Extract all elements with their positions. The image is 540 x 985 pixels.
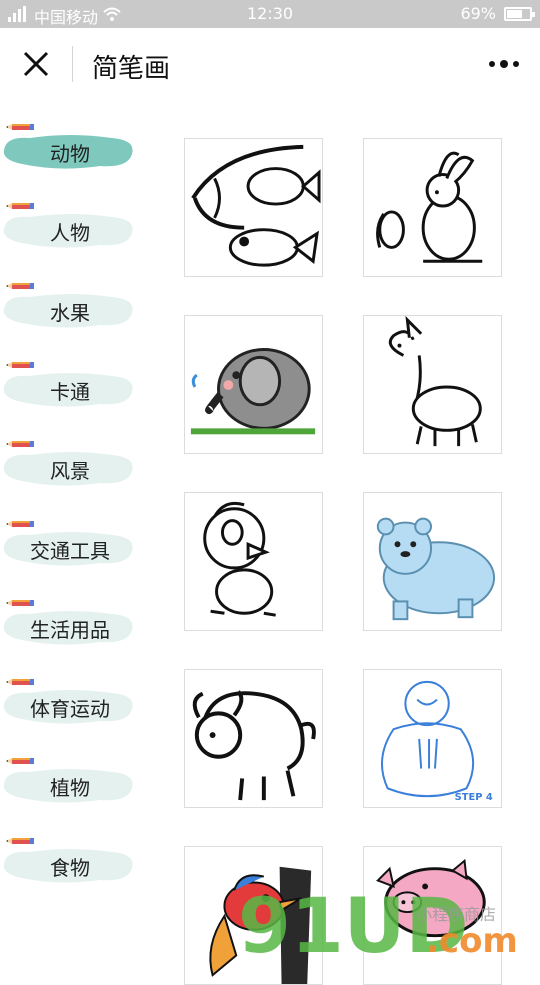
more-button[interactable]	[484, 50, 524, 78]
more-dot-icon	[489, 61, 495, 67]
nav-bar: 简笔画	[0, 28, 540, 100]
woodpecker-drawing	[209, 866, 312, 984]
category-item[interactable]: 植物	[0, 754, 150, 814]
category-item[interactable]: 水果	[0, 279, 150, 339]
pencil-icon	[6, 837, 34, 844]
elephant-drawing	[190, 348, 316, 435]
pencil-icon	[6, 599, 34, 606]
pencil-icon	[6, 520, 34, 527]
category-label: 卡通	[50, 379, 90, 404]
drawing-card-buffalo[interactable]	[184, 669, 323, 808]
drawing-card-monk[interactable]: STEP 4	[363, 669, 502, 808]
pig-drawing	[376, 858, 486, 938]
status-bar: 中国移动 12:30 69%	[0, 0, 540, 28]
buffalo-drawing	[192, 690, 316, 801]
category-item[interactable]: 卡通	[0, 358, 150, 418]
status-time: 12:30	[246, 4, 294, 23]
drawing-card-rabbits[interactable]	[363, 138, 502, 277]
battery-icon	[504, 6, 535, 21]
drawing-card-elephant[interactable]	[184, 315, 323, 454]
bird-drawing	[203, 501, 276, 617]
close-button[interactable]	[18, 46, 54, 82]
pencil-icon	[6, 441, 34, 448]
category-label: 体育运动	[30, 697, 110, 722]
category-label: 人物	[50, 221, 90, 246]
category-item[interactable]: 动物	[0, 120, 150, 180]
battery-percent: 69%	[460, 4, 496, 23]
pencil-icon	[6, 203, 34, 210]
pencil-icon	[6, 758, 34, 765]
nav-divider	[72, 46, 73, 82]
pencil-icon	[6, 124, 34, 130]
page-title: 简笔画	[92, 54, 171, 84]
drawing-card-alpaca[interactable]	[363, 315, 502, 454]
pencil-icon	[6, 361, 34, 368]
drawing-card-bird[interactable]	[184, 492, 323, 631]
close-icon	[23, 51, 49, 77]
rabbits-drawing	[376, 151, 483, 263]
category-label: 水果	[50, 300, 90, 325]
drawing-card-woodpecker[interactable]	[184, 846, 323, 985]
category-label: 食物	[50, 855, 90, 880]
drawing-card-pig[interactable]	[363, 846, 502, 985]
polar-bear-drawing	[376, 517, 496, 621]
status-right: 69%	[460, 4, 535, 23]
category-item[interactable]: 风景	[0, 437, 150, 497]
monk-drawing: STEP 4	[381, 680, 493, 803]
more-dot-icon	[500, 60, 508, 68]
category-label: 动物	[50, 142, 90, 166]
category-label: 生活用品	[30, 617, 110, 642]
category-item[interactable]: 体育运动	[0, 675, 150, 735]
alpaca-drawing	[388, 316, 482, 447]
drawing-card-fish[interactable]	[184, 138, 323, 277]
category-item[interactable]: 生活用品	[0, 596, 150, 656]
drawing-card-polar-bear[interactable]	[363, 492, 502, 631]
pencil-icon	[6, 679, 34, 686]
more-dot-icon	[513, 61, 519, 67]
category-item[interactable]: 食物	[0, 834, 150, 894]
category-item[interactable]: 交通工具	[0, 517, 150, 577]
category-label: 植物	[50, 776, 90, 801]
category-item[interactable]: 人物	[0, 199, 150, 259]
fish-drawing	[191, 144, 321, 267]
pencil-icon	[6, 282, 34, 289]
category-label: 风景	[50, 459, 90, 484]
category-label: 交通工具	[30, 538, 110, 563]
step-caption: STEP 4	[455, 792, 493, 803]
